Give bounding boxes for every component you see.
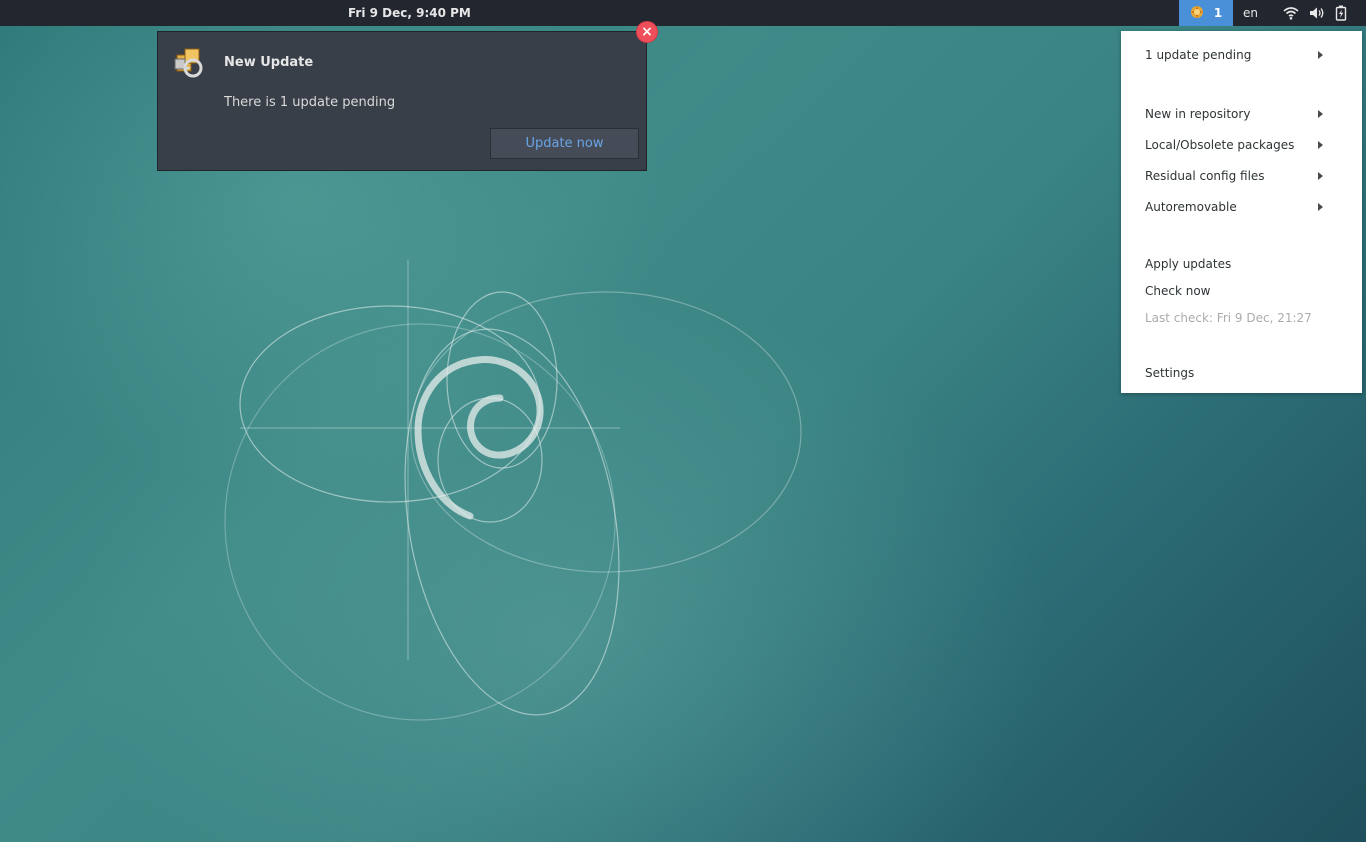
system-tray[interactable]: [1283, 0, 1347, 26]
menu-item-settings[interactable]: Settings: [1145, 363, 1335, 383]
menu-item-label: New in repository: [1145, 107, 1251, 121]
menu-item-label: 1 update pending: [1145, 48, 1252, 62]
battery-icon[interactable]: [1335, 5, 1347, 21]
close-icon: ×: [641, 24, 653, 40]
menu-item-local-obsolete[interactable]: Local/Obsolete packages: [1145, 135, 1335, 155]
menu-item-label: Autoremovable: [1145, 200, 1237, 214]
update-indicator[interactable]: 1: [1179, 0, 1233, 26]
update-notifier-icon: [1190, 5, 1204, 22]
volume-icon[interactable]: [1309, 6, 1325, 20]
update-notifier-menu: 1 update pending New in repository Local…: [1121, 31, 1362, 393]
notification-title: New Update: [224, 55, 314, 70]
close-notification-button[interactable]: ×: [636, 21, 658, 43]
submenu-arrow-icon: [1318, 110, 1323, 118]
menu-item-label: Local/Obsolete packages: [1145, 138, 1295, 152]
package-update-icon: [173, 45, 207, 79]
menu-item-new-in-repository[interactable]: New in repository: [1145, 104, 1335, 124]
notification-body: There is 1 update pending: [224, 95, 396, 110]
top-bar: Fri 9 Dec, 9:40 PM 1 en: [0, 0, 1366, 26]
submenu-arrow-icon: [1318, 51, 1323, 59]
update-notification: New Update There is 1 update pending Upd…: [157, 31, 647, 171]
menu-item-label: Residual config files: [1145, 169, 1265, 183]
submenu-arrow-icon: [1318, 203, 1323, 211]
last-check-status: Last check: Fri 9 Dec, 21:27: [1145, 311, 1312, 325]
menu-item-residual-config[interactable]: Residual config files: [1145, 166, 1335, 186]
wifi-icon[interactable]: [1283, 6, 1299, 20]
update-count: 1: [1213, 6, 1223, 20]
clock[interactable]: Fri 9 Dec, 9:40 PM: [348, 0, 471, 26]
submenu-arrow-icon: [1318, 141, 1323, 149]
language-indicator[interactable]: en: [1243, 0, 1258, 26]
menu-item-check-now[interactable]: Check now: [1145, 281, 1335, 301]
menu-item-updates-pending[interactable]: 1 update pending: [1145, 45, 1335, 65]
update-now-button[interactable]: Update now: [490, 128, 639, 159]
menu-item-apply-updates[interactable]: Apply updates: [1145, 254, 1335, 274]
submenu-arrow-icon: [1318, 172, 1323, 180]
menu-item-autoremovable[interactable]: Autoremovable: [1145, 197, 1335, 217]
